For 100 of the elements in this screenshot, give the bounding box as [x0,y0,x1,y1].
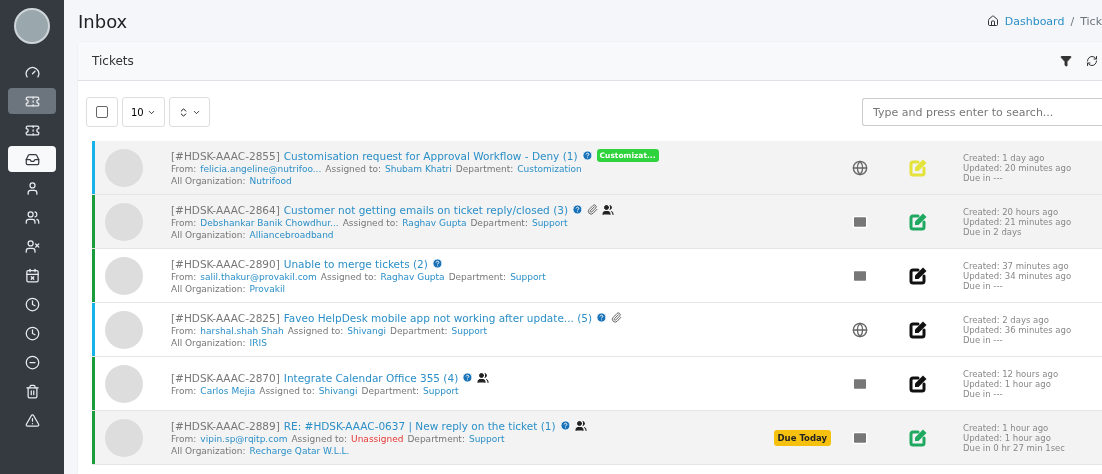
assignee-link[interactable]: Raghav Gupta [402,217,467,228]
updated-time: Updated: 34 minutes ago [963,270,1072,281]
select-all-button[interactable] [86,97,118,127]
field-label: Assigned to: [259,385,315,396]
field-label: Department: [361,385,420,396]
help-icon [596,312,608,323]
created-time: Created: 20 hours ago [963,206,1060,217]
department-link[interactable]: Customization [517,164,582,174]
assignee-link[interactable]: Shubam Khatri [385,164,452,174]
user-icon [24,180,40,196]
assignee-link[interactable]: Unassigned [351,433,404,444]
ticket-id: [#HDSK-AAAC-2870] [171,371,280,384]
ticket-subject[interactable]: Faveo HelpDesk mobile app not working after update... (5) [283,311,593,324]
ticket-subject[interactable]: RE: #HDSK-AAAC-0637 | New reply on the ticket (1) [283,419,556,432]
help-icon [431,258,443,269]
breadcrumb-link[interactable]: Dashboard [1004,14,1065,28]
field-label: From: [171,271,197,282]
from-link[interactable]: salil.thakur@provakil.com [200,271,317,282]
calendar-icon [24,267,40,283]
due-time: Due in --- [963,172,1004,183]
field-label: From: [171,385,197,396]
organization-link[interactable]: Recharge Qatar W.L.L. [249,445,350,456]
field-label: Assigned to: [342,217,399,228]
field-label: Assigned to: [325,164,381,174]
ticket-id: [#HDSK-AAAC-2889] [171,419,280,432]
edit-icon[interactable] [909,320,927,339]
field-label: All Organization: [171,283,246,294]
field-label: Department: [407,433,465,444]
assignee-link[interactable]: Shivangi [347,325,386,336]
ticket-id: [#HDSK-AAAC-2825] [171,311,280,324]
ticket-subject[interactable]: Integrate Calendar Office 355 (4) [283,371,459,384]
department-link[interactable]: Support [531,217,568,228]
field-label: From: [171,325,197,336]
card-title: Tickets [92,54,134,68]
minus-circle-icon [24,354,40,370]
ticket-row[interactable]: [#HDSK-AAAC-2870] Integrate Calendar Office 355 (4) From: Carlos Mejia Assigned to: Shivangi Department: Support Created: 12 hours ago Updated: 1 hour ago Due in --- [92,357,1102,411]
field-label: Assigned to: [291,433,348,444]
due-time: Due in 2 days [963,226,1023,237]
search-field[interactable]: Type and press enter to search... [862,98,1102,126]
field-label: From: [171,164,197,174]
due-time: Due in 0 hr 27 min 1sec [963,442,1065,453]
ticket-row[interactable] [92,195,1102,249]
updated-time: Updated: 20 minutes ago [963,162,1072,173]
due-badge: Due Today [773,429,831,446]
page-title: Inbox [78,10,128,32]
field-label: All Organization: [171,176,246,186]
user-avatar[interactable] [14,8,50,44]
due-time: Due in --- [963,334,1004,345]
assignee-link[interactable]: Raghav Gupta [380,271,445,282]
ticket-subject[interactable]: Customisation request for Approval Workflow - Deny (1) [283,149,578,162]
organization-link[interactable]: Alliancebroadband [249,229,334,240]
help-icon [572,204,583,215]
assignee-link[interactable]: Shivangi [318,385,358,396]
help-icon [581,150,593,161]
help-icon [462,372,474,383]
avatar-placeholder [105,310,143,349]
from-link[interactable]: Debshankar Banik Chowdhur... [200,217,339,228]
updated-time: Updated: 1 hour ago [963,432,1052,443]
avatar-placeholder [105,364,143,403]
ticket-subject[interactable]: Customer not getting emails on ticket reply/closed (3) [283,203,568,216]
refresh-icon[interactable] [1086,55,1098,67]
breadcrumb-separator: / [1070,14,1075,28]
clock-icon [24,325,40,341]
department-link[interactable]: Support [468,433,505,444]
created-time: Created: 37 minutes ago [963,260,1070,271]
ticket-id: [#HDSK-AAAC-2890] [171,257,280,270]
clock-icon [24,296,40,312]
from-link[interactable]: Carlos Mejia [200,385,256,396]
user-remove-icon [24,238,40,254]
department-link[interactable]: Support [510,271,546,282]
ticket-icon [24,122,40,138]
updated-time: Updated: 1 hour ago [963,378,1051,389]
per-page-dropdown[interactable]: 10 [122,97,165,127]
field-label: Department: [448,271,507,282]
field-label: From: [171,433,197,444]
field-label: All Organization: [171,337,246,348]
sidebar-item[interactable] [8,146,56,172]
edit-icon[interactable] [909,374,927,393]
edit-icon[interactable] [909,266,927,285]
from-link[interactable]: vipin.sp@rqitp.com [200,433,288,444]
inbox-icon [24,151,40,167]
help-icon [559,420,571,431]
users-icon [24,209,40,225]
ticket-row[interactable] [92,411,1102,465]
checkbox[interactable] [96,106,108,118]
organization-link[interactable]: IRIS [249,337,267,348]
updated-time: Updated: 36 minutes ago [963,324,1072,335]
filter-icon[interactable] [1060,55,1072,67]
globe-icon [852,159,868,176]
from-link[interactable]: harshal.shah Shah [200,325,284,336]
created-time: Created: 1 day ago [963,152,1046,163]
department-link[interactable]: Support [423,385,459,396]
trash-icon [24,383,40,399]
field-label: Assigned to: [320,271,377,282]
organization-link[interactable]: Nutrifood [249,176,292,186]
from-link[interactable]: felicia.angeline@nutrifoo... [200,164,322,174]
organization-link[interactable]: Provakil [249,283,285,294]
department-link[interactable]: Support [451,325,488,336]
ticket-subject[interactable]: Unable to merge tickets (2) [283,257,428,270]
home-icon [986,15,999,27]
